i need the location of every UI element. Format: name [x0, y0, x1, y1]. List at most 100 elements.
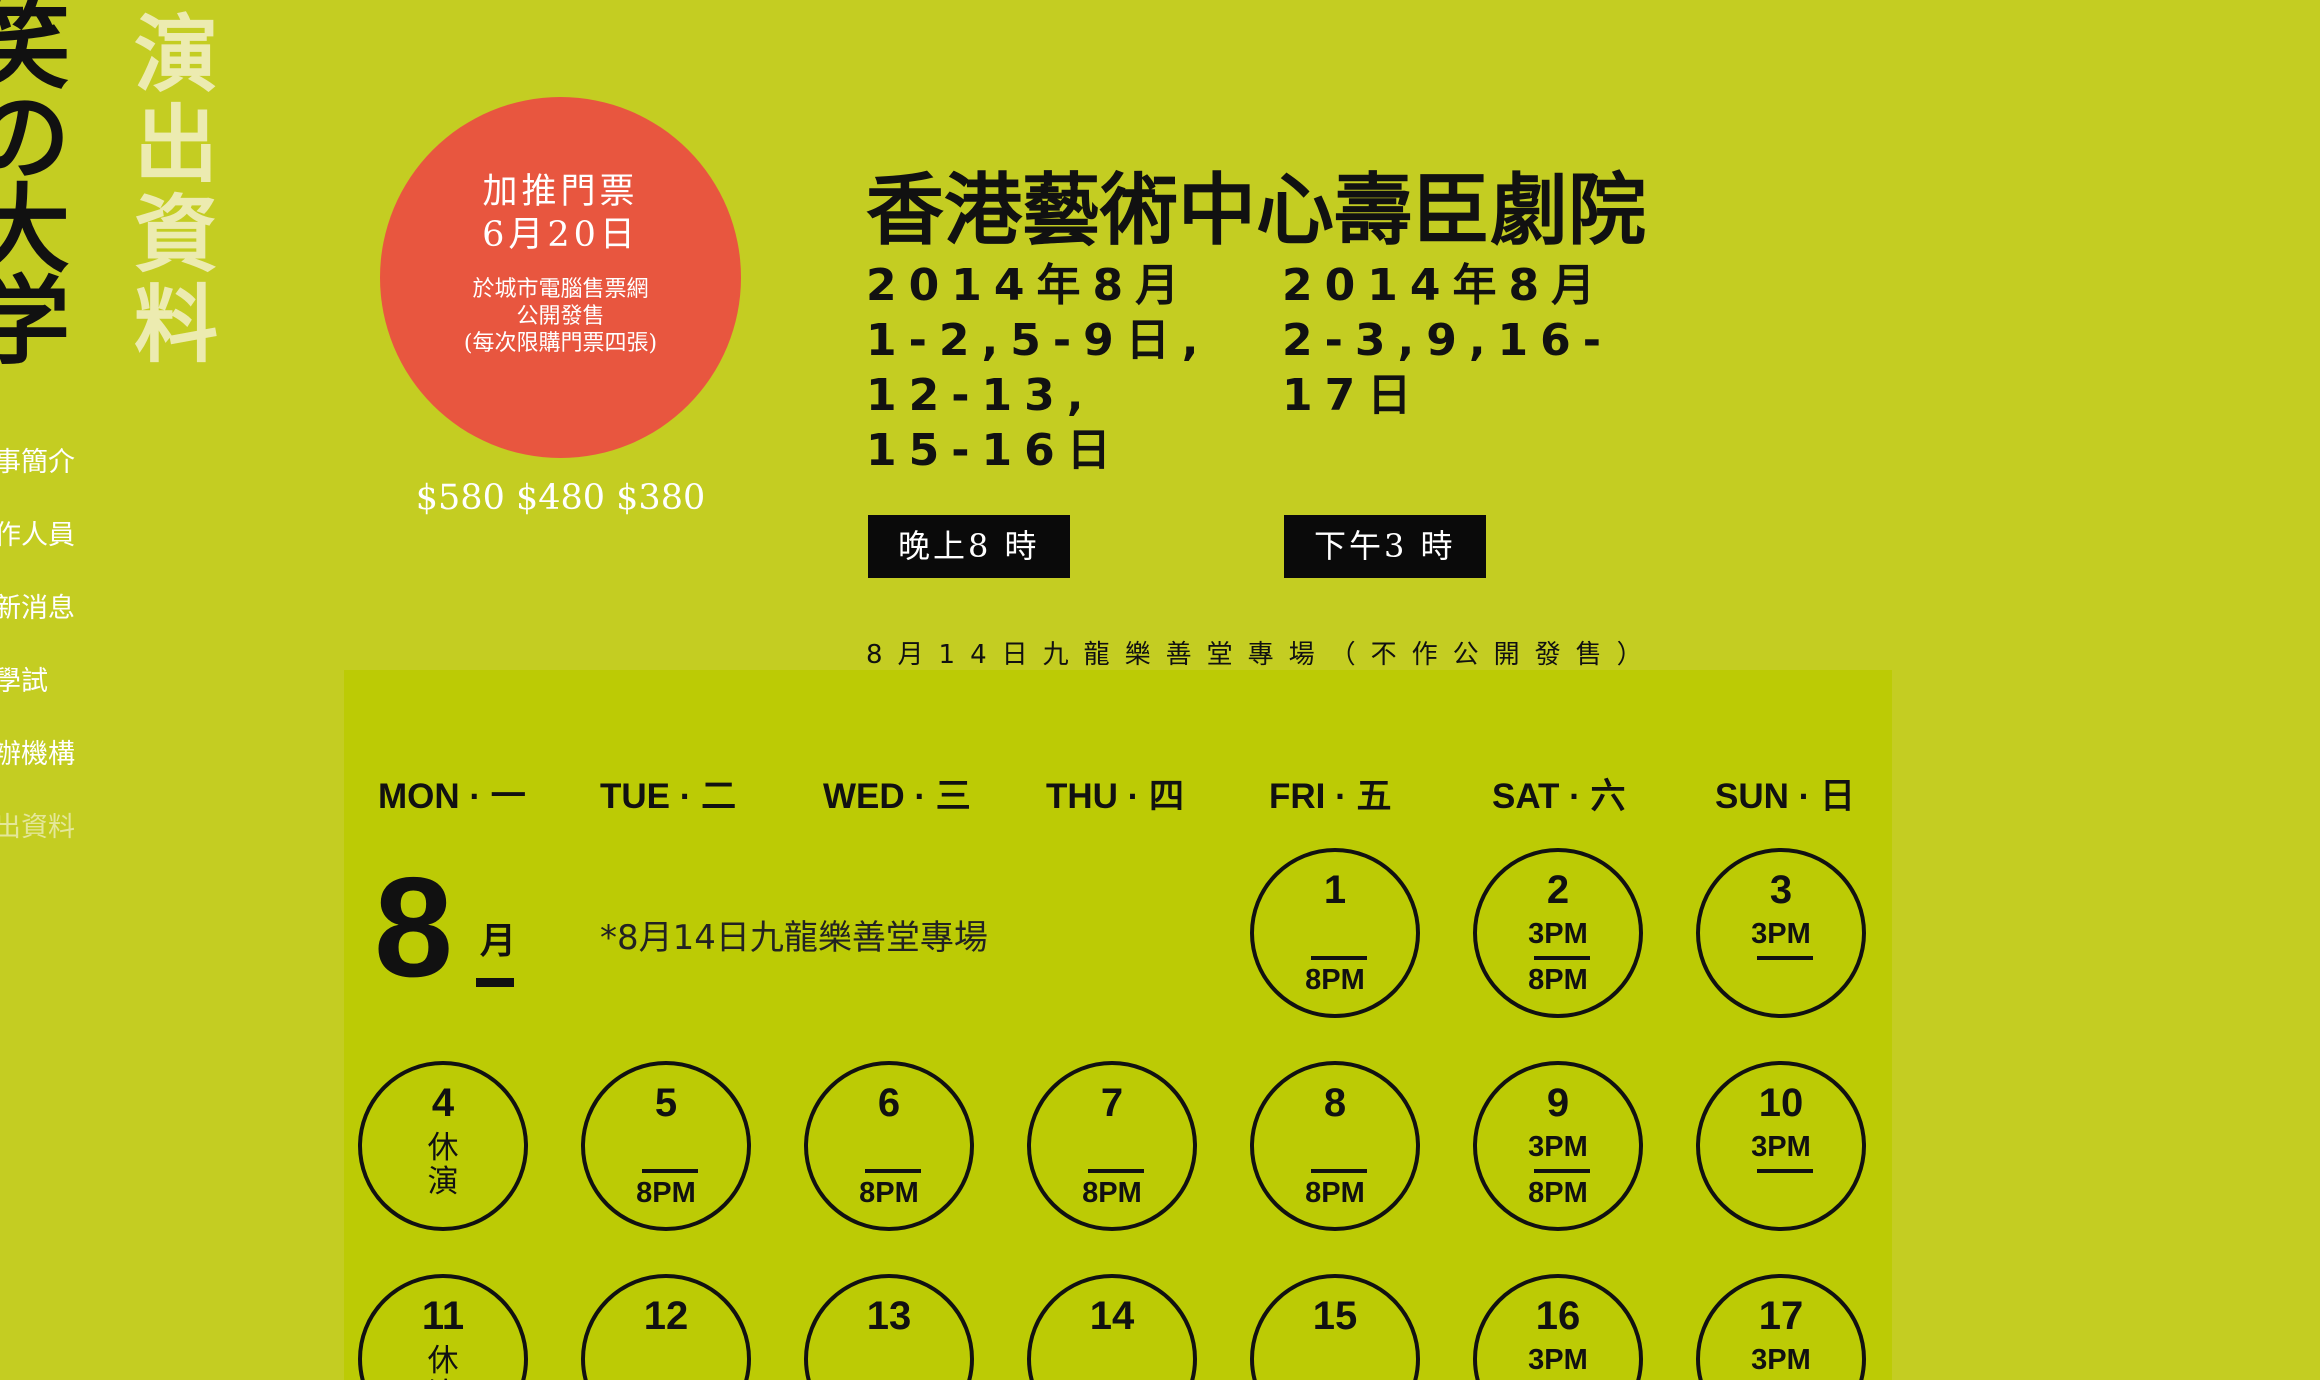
nav-item-exam[interactable]: 學試	[0, 659, 75, 732]
time-divider	[1534, 1169, 1590, 1173]
nav-item-story[interactable]: 事簡介	[0, 440, 75, 513]
day-off-label: 休演	[427, 1343, 459, 1380]
day-number: 9	[1546, 1081, 1570, 1125]
day-number: 5	[654, 1081, 678, 1125]
evening-time-label: 晚上8 時	[868, 515, 1070, 578]
day-circle-12[interactable]: 12	[581, 1274, 751, 1380]
logo: 笑 の 大 学	[0, 0, 80, 400]
time-divider	[1757, 956, 1813, 960]
day-circle-15[interactable]: 15	[1250, 1274, 1420, 1380]
weekday-thu: THU · 四	[1046, 777, 1185, 816]
day-number: 11	[421, 1294, 465, 1338]
day-circle-6[interactable]: 6 8PM	[804, 1061, 974, 1231]
day-circle-9[interactable]: 9 3PM 8PM	[1473, 1061, 1643, 1231]
logo-char: 大	[0, 173, 70, 286]
day-number: 16	[1535, 1294, 1581, 1338]
logo-char: 笑	[0, 0, 70, 102]
weekday-tue: TUE · 二	[600, 777, 737, 816]
logo-char: 学	[0, 265, 70, 378]
day-circle-10[interactable]: 10 3PM	[1696, 1061, 1866, 1231]
weekday-sun: SUN · 日	[1715, 777, 1856, 816]
ticket-release-badge: 加推門票 6月20日 於城市電腦售票網 公開發售 (每次限購門票四張)	[380, 97, 741, 458]
ticket-prices: $580 $480 $380	[415, 478, 706, 518]
day-circle-7[interactable]: 7 8PM	[1027, 1061, 1197, 1231]
month-number: 8	[374, 848, 453, 1007]
matinee-time: 3PM	[1751, 1131, 1811, 1163]
month-underline	[476, 978, 514, 987]
evening-show-time: 8PM	[1528, 1177, 1588, 1209]
day-number: 8	[1323, 1081, 1347, 1125]
evening-show-time: 8PM	[636, 1177, 696, 1209]
afternoon-time-label: 下午3 時	[1284, 515, 1486, 578]
day-number: 7	[1100, 1081, 1124, 1125]
evening-date-line: 12-13,	[866, 370, 1096, 421]
day-circle-4[interactable]: 4 休演	[358, 1061, 528, 1231]
section-title: 演 出 資 料	[134, 10, 234, 370]
logo-char: の	[0, 81, 70, 194]
day-circle-2[interactable]: 2 3PM 8PM	[1473, 848, 1643, 1018]
evening-show-time: 8PM	[859, 1177, 919, 1209]
time-divider	[1311, 956, 1367, 960]
evening-date-line: 1-2,5-9日,	[866, 315, 1211, 366]
day-circle-17[interactable]: 17 3PM	[1696, 1274, 1866, 1380]
day-circle-16[interactable]: 16 3PM	[1473, 1274, 1643, 1380]
day-circle-5[interactable]: 5 8PM	[581, 1061, 751, 1231]
schedule-calendar: MON · 一 TUE · 二 WED · 三 THU · 四 FRI · 五 …	[344, 670, 1892, 1380]
time-divider	[642, 1169, 698, 1173]
afternoon-dates: 2014年8月 2-3,9,16- 17日	[1282, 258, 1613, 423]
time-divider	[865, 1169, 921, 1173]
weekday-wed: WED · 三	[823, 777, 971, 816]
afternoon-date-line: 17日	[1282, 370, 1424, 421]
day-circle-11[interactable]: 11 休演	[358, 1274, 528, 1380]
ticket-limit: (每次限購門票四張)	[463, 331, 658, 356]
day-number: 1	[1323, 868, 1347, 912]
day-number: 3	[1769, 868, 1793, 912]
nav-item-performance-info[interactable]: 出資料	[0, 805, 75, 878]
day-number: 13	[866, 1294, 912, 1338]
day-number: 14	[1089, 1294, 1135, 1338]
afternoon-date-line: 2014年8月	[1282, 260, 1608, 311]
matinee-time: 3PM	[1751, 918, 1811, 950]
venue-title: 香港藝術中心壽臣劇院	[866, 165, 1647, 256]
nav-item-news[interactable]: 新消息	[0, 586, 75, 659]
nav-item-organizer[interactable]: 辦機構	[0, 732, 75, 805]
ticket-date: 6月20日	[482, 215, 639, 255]
afternoon-date-line: 2-3,9,16-	[1282, 315, 1614, 366]
day-circle-13[interactable]: 13	[804, 1274, 974, 1380]
day-off-label: 休演	[427, 1130, 459, 1199]
month-unit: 月	[480, 921, 517, 962]
day-circle-1[interactable]: 1 8PM	[1250, 848, 1420, 1018]
side-nav: 事簡介 作人員 新消息 學試 辦機構 出資料	[0, 440, 75, 878]
day-number: 10	[1758, 1081, 1804, 1125]
section-title-char: 出	[134, 95, 219, 194]
day-circle-3[interactable]: 3 3PM	[1696, 848, 1866, 1018]
evening-show-time: 8PM	[1305, 1177, 1365, 1209]
matinee-time: 3PM	[1528, 1131, 1588, 1163]
section-title-char: 演	[134, 5, 219, 104]
evening-show-time: 8PM	[1305, 964, 1365, 996]
nav-item-staff[interactable]: 作人員	[0, 513, 75, 586]
day-number: 17	[1758, 1294, 1804, 1338]
weekday-sat: SAT · 六	[1492, 777, 1626, 816]
evening-date-line: 15-16日	[866, 425, 1123, 476]
day-number: 6	[877, 1081, 901, 1125]
evening-show-time: 8PM	[1528, 964, 1588, 996]
matinee-time: 3PM	[1751, 1344, 1811, 1376]
day-number: 12	[643, 1294, 689, 1338]
day-number: 4	[431, 1081, 455, 1125]
day-circle-14[interactable]: 14*	[1027, 1274, 1197, 1380]
time-divider	[1311, 1169, 1367, 1173]
matinee-time: 3PM	[1528, 1344, 1588, 1376]
section-title-char: 料	[134, 275, 219, 374]
time-divider	[1088, 1169, 1144, 1173]
day-number: 2	[1546, 868, 1570, 912]
day-number: 15	[1312, 1294, 1358, 1338]
calendar-note: *8月14日九龍樂善堂專場	[600, 918, 988, 958]
matinee-time: 3PM	[1528, 918, 1588, 950]
evening-show-time: 8PM	[1082, 1177, 1142, 1209]
weekday-mon: MON · 一	[378, 777, 526, 816]
evening-date-line: 2014年8月	[866, 260, 1192, 311]
day-circle-8[interactable]: 8 8PM	[1250, 1061, 1420, 1231]
evening-dates: 2014年8月 1-2,5-9日, 12-13, 15-16日	[866, 258, 1210, 478]
time-divider	[1757, 1169, 1813, 1173]
